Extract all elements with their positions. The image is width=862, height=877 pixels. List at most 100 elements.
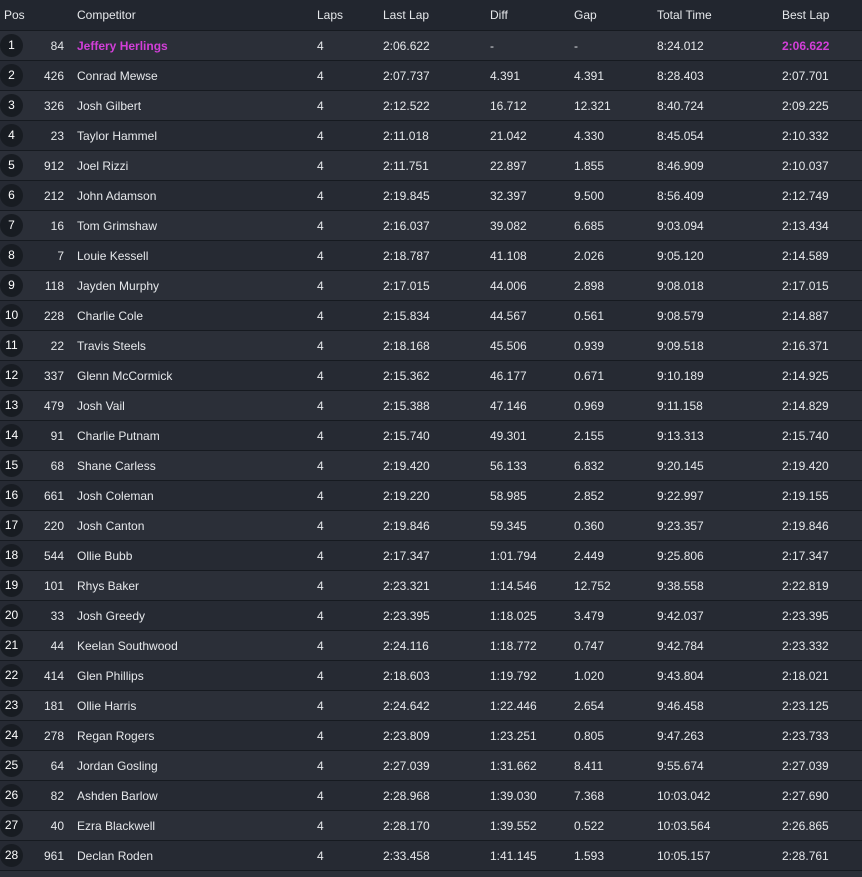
table-row[interactable]: 24 278 Regan Rogers 4 2:23.809 1:23.251 0.805 9… bbox=[0, 720, 862, 750]
header-total-time[interactable]: Total Time bbox=[657, 8, 712, 22]
table-row[interactable]: 22 414 Glen Phillips 4 2:18.603 1:19.792 1.020… bbox=[0, 660, 862, 690]
competitor-name[interactable]: Charlie Putnam bbox=[77, 429, 160, 443]
competitor-name[interactable]: Josh Gilbert bbox=[77, 99, 141, 113]
last-lap-cell: 2:17.015 bbox=[383, 279, 430, 293]
header-gap[interactable]: Gap bbox=[574, 8, 597, 22]
competitor-name[interactable]: Josh Canton bbox=[77, 519, 144, 533]
table-row[interactable]: 18 544 Ollie Bubb 4 2:17.347 1:01.794 2.449 9:2… bbox=[0, 540, 862, 570]
competitor-name[interactable]: Ollie Harris bbox=[77, 699, 136, 713]
competitor-name[interactable]: Rhys Baker bbox=[77, 579, 139, 593]
gap-cell: 9.500 bbox=[574, 189, 605, 203]
competitor-name[interactable]: Josh Coleman bbox=[77, 489, 154, 503]
table-row[interactable]: 3 326 Josh Gilbert 4 2:12.522 16.712 12.321 8:4… bbox=[0, 90, 862, 120]
laps-cell: 4 bbox=[317, 849, 324, 863]
header-diff[interactable]: Diff bbox=[490, 8, 508, 22]
competitor-name[interactable]: Josh Vail bbox=[77, 399, 125, 413]
table-row[interactable]: 15 68 Shane Carless 4 2:19.420 56.133 6.832 9:2… bbox=[0, 450, 862, 480]
table-row[interactable]: 16 661 Josh Coleman 4 2:19.220 58.985 2.852 9:2… bbox=[0, 480, 862, 510]
diff-cell: 56.133 bbox=[490, 459, 527, 473]
diff-cell: 46.177 bbox=[490, 369, 527, 383]
laps-cell: 4 bbox=[317, 369, 324, 383]
header-best-lap[interactable]: Best Lap bbox=[782, 8, 829, 22]
laps-cell: 4 bbox=[317, 819, 324, 833]
competitor-number: 326 bbox=[43, 99, 64, 113]
header-competitor[interactable]: Competitor bbox=[77, 8, 136, 22]
table-row[interactable]: 25 64 Jordan Gosling 4 2:27.039 1:31.662 8.411… bbox=[0, 750, 862, 780]
competitor-name[interactable]: Glenn McCormick bbox=[77, 369, 172, 383]
laps-cell: 4 bbox=[317, 219, 324, 233]
competitor-name[interactable]: Josh Greedy bbox=[77, 609, 145, 623]
competitor-number: 91 bbox=[50, 429, 64, 443]
table-row[interactable]: 8 7 Louie Kessell 4 2:18.787 41.108 2.026 9:05.… bbox=[0, 240, 862, 270]
competitor-name[interactable]: Glen Phillips bbox=[77, 669, 144, 683]
table-row[interactable]: 20 33 Josh Greedy 4 2:23.395 1:18.025 3.479 9:4… bbox=[0, 600, 862, 630]
competitor-name[interactable]: Taylor Hammel bbox=[77, 129, 157, 143]
laps-cell: 4 bbox=[317, 39, 324, 53]
table-row[interactable]: 13 479 Josh Vail 4 2:15.388 47.146 0.969 9:11.1… bbox=[0, 390, 862, 420]
table-row[interactable]: 10 228 Charlie Cole 4 2:15.834 44.567 0.561 9:0… bbox=[0, 300, 862, 330]
competitor-name[interactable]: Jordan Gosling bbox=[77, 759, 158, 773]
gap-cell: 6.832 bbox=[574, 459, 605, 473]
competitor-name[interactable]: Ollie Bubb bbox=[77, 549, 132, 563]
competitor-name[interactable]: Tom Grimshaw bbox=[77, 219, 157, 233]
diff-cell: 16.712 bbox=[490, 99, 527, 113]
competitor-name[interactable]: Declan Roden bbox=[77, 849, 153, 863]
table-row[interactable]: 11 22 Travis Steels 4 2:18.168 45.506 0.939 9:0… bbox=[0, 330, 862, 360]
competitor-name[interactable]: Louie Kessell bbox=[77, 249, 148, 263]
position-badge: 1 bbox=[0, 34, 23, 57]
best-lap-cell: 2:14.925 bbox=[782, 369, 829, 383]
table-row[interactable]: 27 40 Ezra Blackwell 4 2:28.170 1:39.552 0.522… bbox=[0, 810, 862, 840]
position-badge: 25 bbox=[0, 754, 23, 777]
position-badge: 6 bbox=[0, 184, 23, 207]
table-row[interactable]: 2 426 Conrad Mewse 4 2:07.737 4.391 4.391 8:28.… bbox=[0, 60, 862, 90]
competitor-name[interactable]: Conrad Mewse bbox=[77, 69, 158, 83]
table-row[interactable]: 26 82 Ashden Barlow 4 2:28.968 1:39.030 7.368 1… bbox=[0, 780, 862, 810]
competitor-name[interactable]: Charlie Cole bbox=[77, 309, 143, 323]
diff-cell: 4.391 bbox=[490, 69, 521, 83]
last-lap-cell: 2:16.037 bbox=[383, 219, 430, 233]
last-lap-cell: 2:24.642 bbox=[383, 699, 430, 713]
table-row[interactable]: 23 181 Ollie Harris 4 2:24.642 1:22.446 2.654 9… bbox=[0, 690, 862, 720]
competitor-number: 426 bbox=[43, 69, 64, 83]
competitor-name[interactable]: Travis Steels bbox=[77, 339, 146, 353]
competitor-name[interactable]: Ezra Blackwell bbox=[77, 819, 155, 833]
header-pos[interactable]: Pos bbox=[4, 8, 25, 22]
table-row[interactable]: 21 44 Keelan Southwood 4 2:24.116 1:18.772 0.7… bbox=[0, 630, 862, 660]
total-time-cell: 9:10.189 bbox=[657, 369, 704, 383]
best-lap-cell: 2:19.420 bbox=[782, 459, 829, 473]
table-row[interactable]: 12 337 Glenn McCormick 4 2:15.362 46.177 0.671… bbox=[0, 360, 862, 390]
competitor-name[interactable]: Keelan Southwood bbox=[77, 639, 178, 653]
best-lap-cell: 2:16.371 bbox=[782, 339, 829, 353]
best-lap-cell: 2:13.434 bbox=[782, 219, 829, 233]
table-row[interactable]: 14 91 Charlie Putnam 4 2:15.740 49.301 2.155 9:… bbox=[0, 420, 862, 450]
competitor-name[interactable]: Jeffery Herlings bbox=[77, 39, 168, 53]
table-row[interactable]: 9 118 Jayden Murphy 4 2:17.015 44.006 2.898 9:0… bbox=[0, 270, 862, 300]
total-time-cell: 8:45.054 bbox=[657, 129, 704, 143]
diff-cell: 1:18.772 bbox=[490, 639, 537, 653]
table-row[interactable]: 4 23 Taylor Hammel 4 2:11.018 21.042 4.330 8:45… bbox=[0, 120, 862, 150]
competitor-name[interactable]: Shane Carless bbox=[77, 459, 156, 473]
best-lap-cell: 2:23.125 bbox=[782, 699, 829, 713]
gap-cell: 0.969 bbox=[574, 399, 605, 413]
competitor-name[interactable]: John Adamson bbox=[77, 189, 156, 203]
table-row[interactable]: 1 84 Jeffery Herlings 4 2:06.622 - - 8:24.012 2:… bbox=[0, 30, 862, 60]
laps-cell: 4 bbox=[317, 639, 324, 653]
best-lap-cell: 2:10.332 bbox=[782, 129, 829, 143]
table-row[interactable]: 28 961 Declan Roden 4 2:33.458 1:41.145 1.593 1… bbox=[0, 840, 862, 870]
competitor-name[interactable]: Jayden Murphy bbox=[77, 279, 159, 293]
diff-cell: - bbox=[490, 39, 494, 53]
last-lap-cell: 2:28.968 bbox=[383, 789, 430, 803]
table-row[interactable]: 19 101 Rhys Baker 4 2:23.321 1:14.546 12.752 9:… bbox=[0, 570, 862, 600]
table-row[interactable]: 6 212 John Adamson 4 2:19.845 32.397 9.500 8:56… bbox=[0, 180, 862, 210]
competitor-name[interactable]: Ashden Barlow bbox=[77, 789, 158, 803]
competitor-name[interactable]: Regan Rogers bbox=[77, 729, 154, 743]
competitor-name[interactable]: Joel Rizzi bbox=[77, 159, 128, 173]
header-last-lap[interactable]: Last Lap bbox=[383, 8, 429, 22]
table-row[interactable]: 5 912 Joel Rizzi 4 2:11.751 22.897 1.855 8:46.9… bbox=[0, 150, 862, 180]
last-lap-cell: 2:15.362 bbox=[383, 369, 430, 383]
total-time-cell: 9:20.145 bbox=[657, 459, 704, 473]
header-laps[interactable]: Laps bbox=[317, 8, 343, 22]
competitor-number: 228 bbox=[43, 309, 64, 323]
table-row[interactable]: 17 220 Josh Canton 4 2:19.846 59.345 0.360 9:23… bbox=[0, 510, 862, 540]
table-row[interactable]: 7 16 Tom Grimshaw 4 2:16.037 39.082 6.685 9:03.… bbox=[0, 210, 862, 240]
